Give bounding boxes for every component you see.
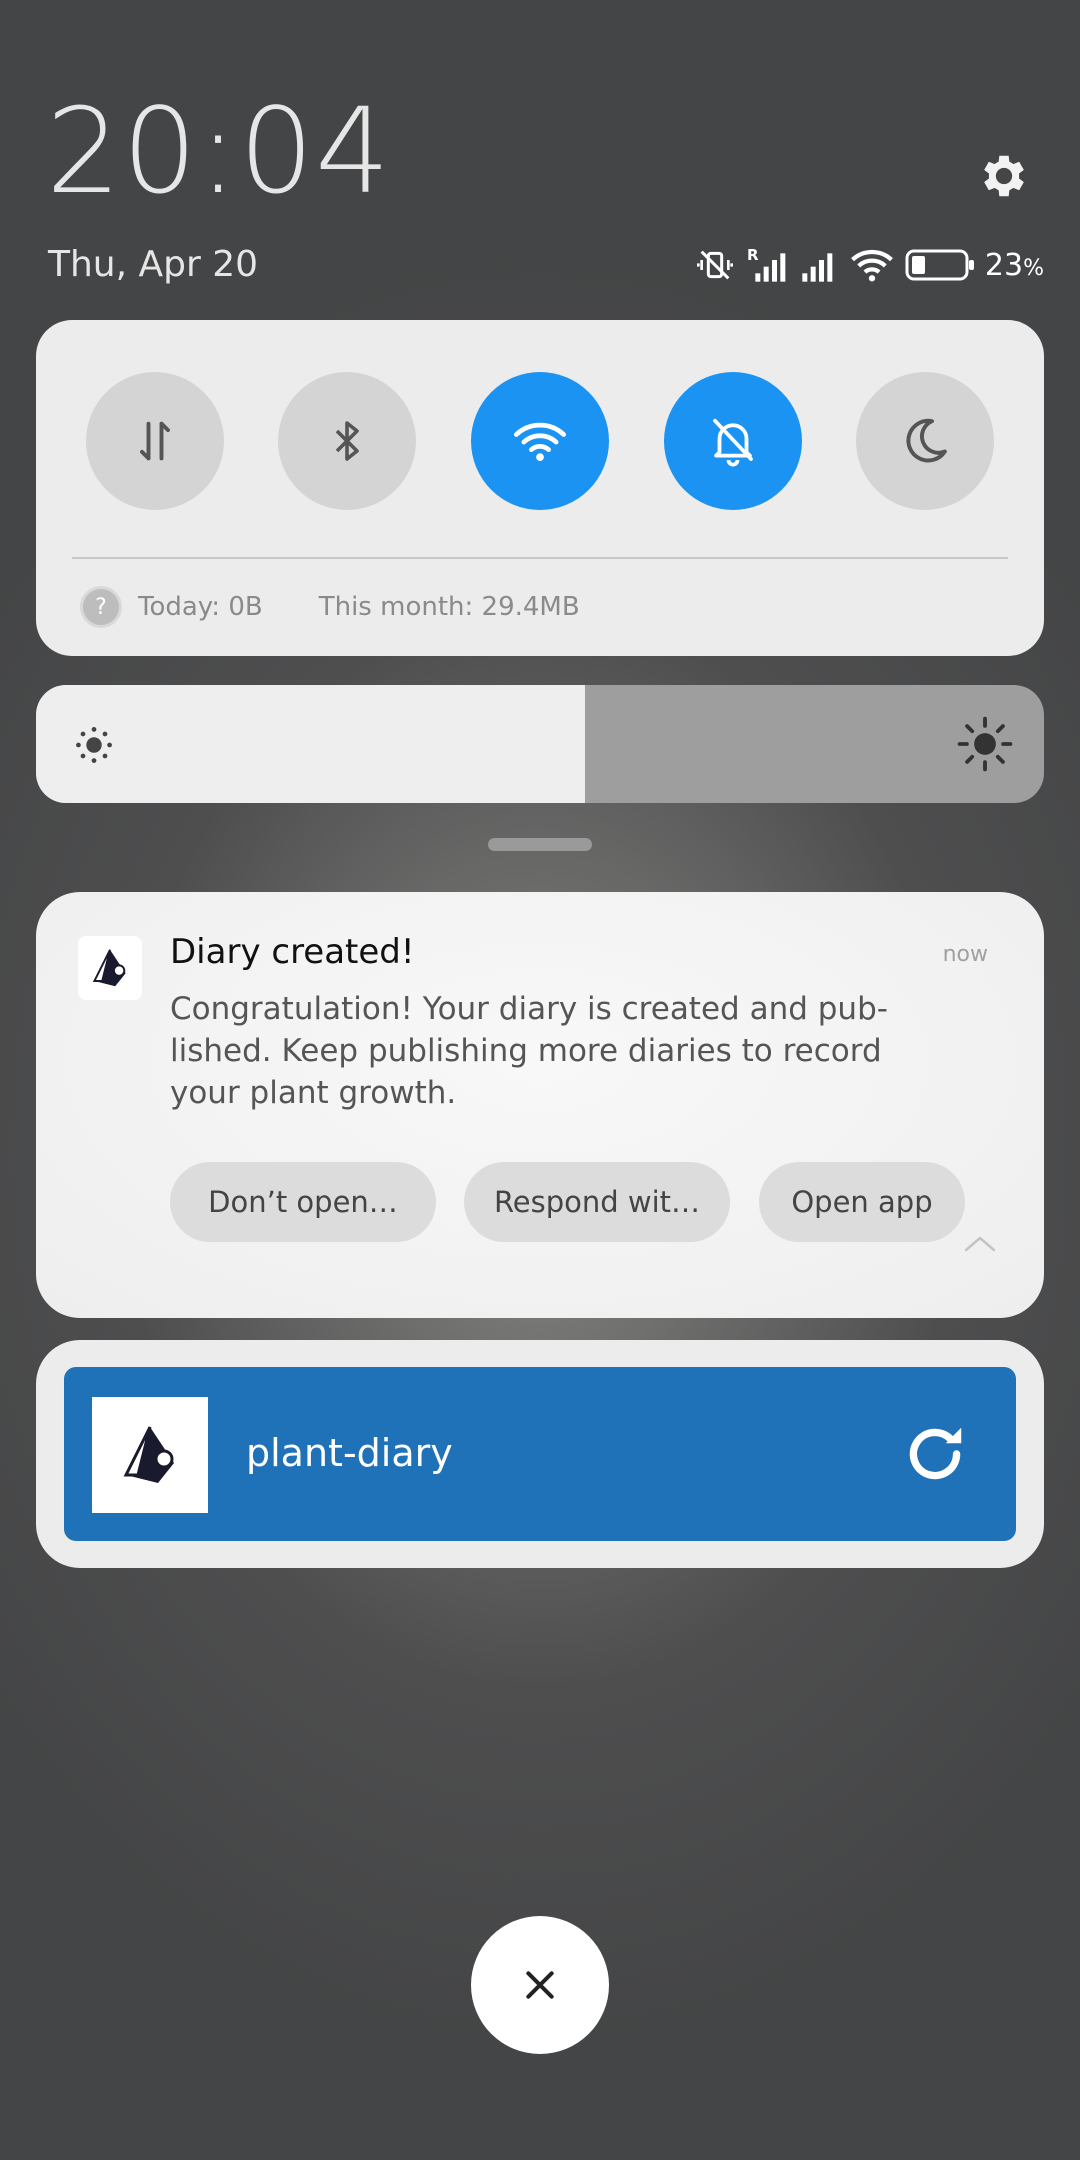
app-name-label: plant-diary [246,1431,453,1475]
toggle-mobile-data[interactable] [86,372,224,510]
clear-notifications-button[interactable] [471,1916,609,2054]
battery-icon [905,249,974,281]
data-usage-today: Today: 0B [138,592,263,622]
status-bar: R 23% [695,244,1044,286]
app-notification-banner[interactable]: plant-diary [64,1367,1016,1541]
dont-open-button[interactable]: Don’t open… [170,1162,436,1242]
lockscreen-clock: 20:04 [46,82,392,220]
wifi-icon [513,422,567,462]
data-usage-month: This month: 29.4MB [318,592,580,622]
svg-text:R: R [747,246,759,264]
notification-card[interactable]: Diary created! now Congratulation! Your … [36,892,1044,1318]
notification-time: now [942,942,988,967]
signal-roaming-icon: R [747,246,786,282]
drawer-handle[interactable] [488,838,592,851]
chevron-up-icon[interactable] [962,1232,998,1256]
app-notification-card[interactable]: plant-diary [36,1340,1044,1568]
wifi-status-icon [850,249,893,282]
vibrate-off-icon [696,250,733,280]
bluetooth-icon [335,421,359,461]
moon-icon [906,418,947,463]
toggle-bluetooth[interactable] [278,372,416,510]
plant-diary-logo-icon [123,1426,174,1483]
settings-button[interactable] [976,148,1032,204]
lockscreen-date: Thu, Apr 20 [48,244,259,285]
brightness-fill [36,685,586,803]
toggle-mute[interactable] [664,372,802,510]
bell-off-icon [713,418,753,467]
help-icon: ? [80,586,122,628]
divider [72,557,1008,559]
close-icon [526,1971,554,1999]
battery-percentage: 23% [984,247,1044,283]
app-icon [78,936,142,1000]
notification-title: Diary created! [170,932,415,972]
brightness-low-icon [76,727,112,763]
toggle-wifi[interactable] [471,372,609,510]
app-logo [92,1397,208,1513]
signal-icon [802,253,833,282]
notification-body: Congratulation! Your diary is created an… [170,991,888,1111]
respond-button[interactable]: Respond wit… [464,1162,730,1242]
brightness-slider[interactable] [36,685,1044,803]
open-app-button[interactable]: Open app [759,1162,965,1242]
toggle-dark-mode[interactable] [856,372,994,510]
data-usage-row[interactable]: ? Today: 0B This month: 29.4MB [80,586,580,628]
plant-diary-logo-icon [92,949,126,987]
brightness-high-icon [957,716,1013,772]
data-transfer-icon [140,421,170,461]
refresh-icon[interactable] [898,1417,972,1491]
gear-icon [984,155,1024,197]
quick-settings-panel: ? Today: 0B This month: 29.4MB [36,320,1044,656]
